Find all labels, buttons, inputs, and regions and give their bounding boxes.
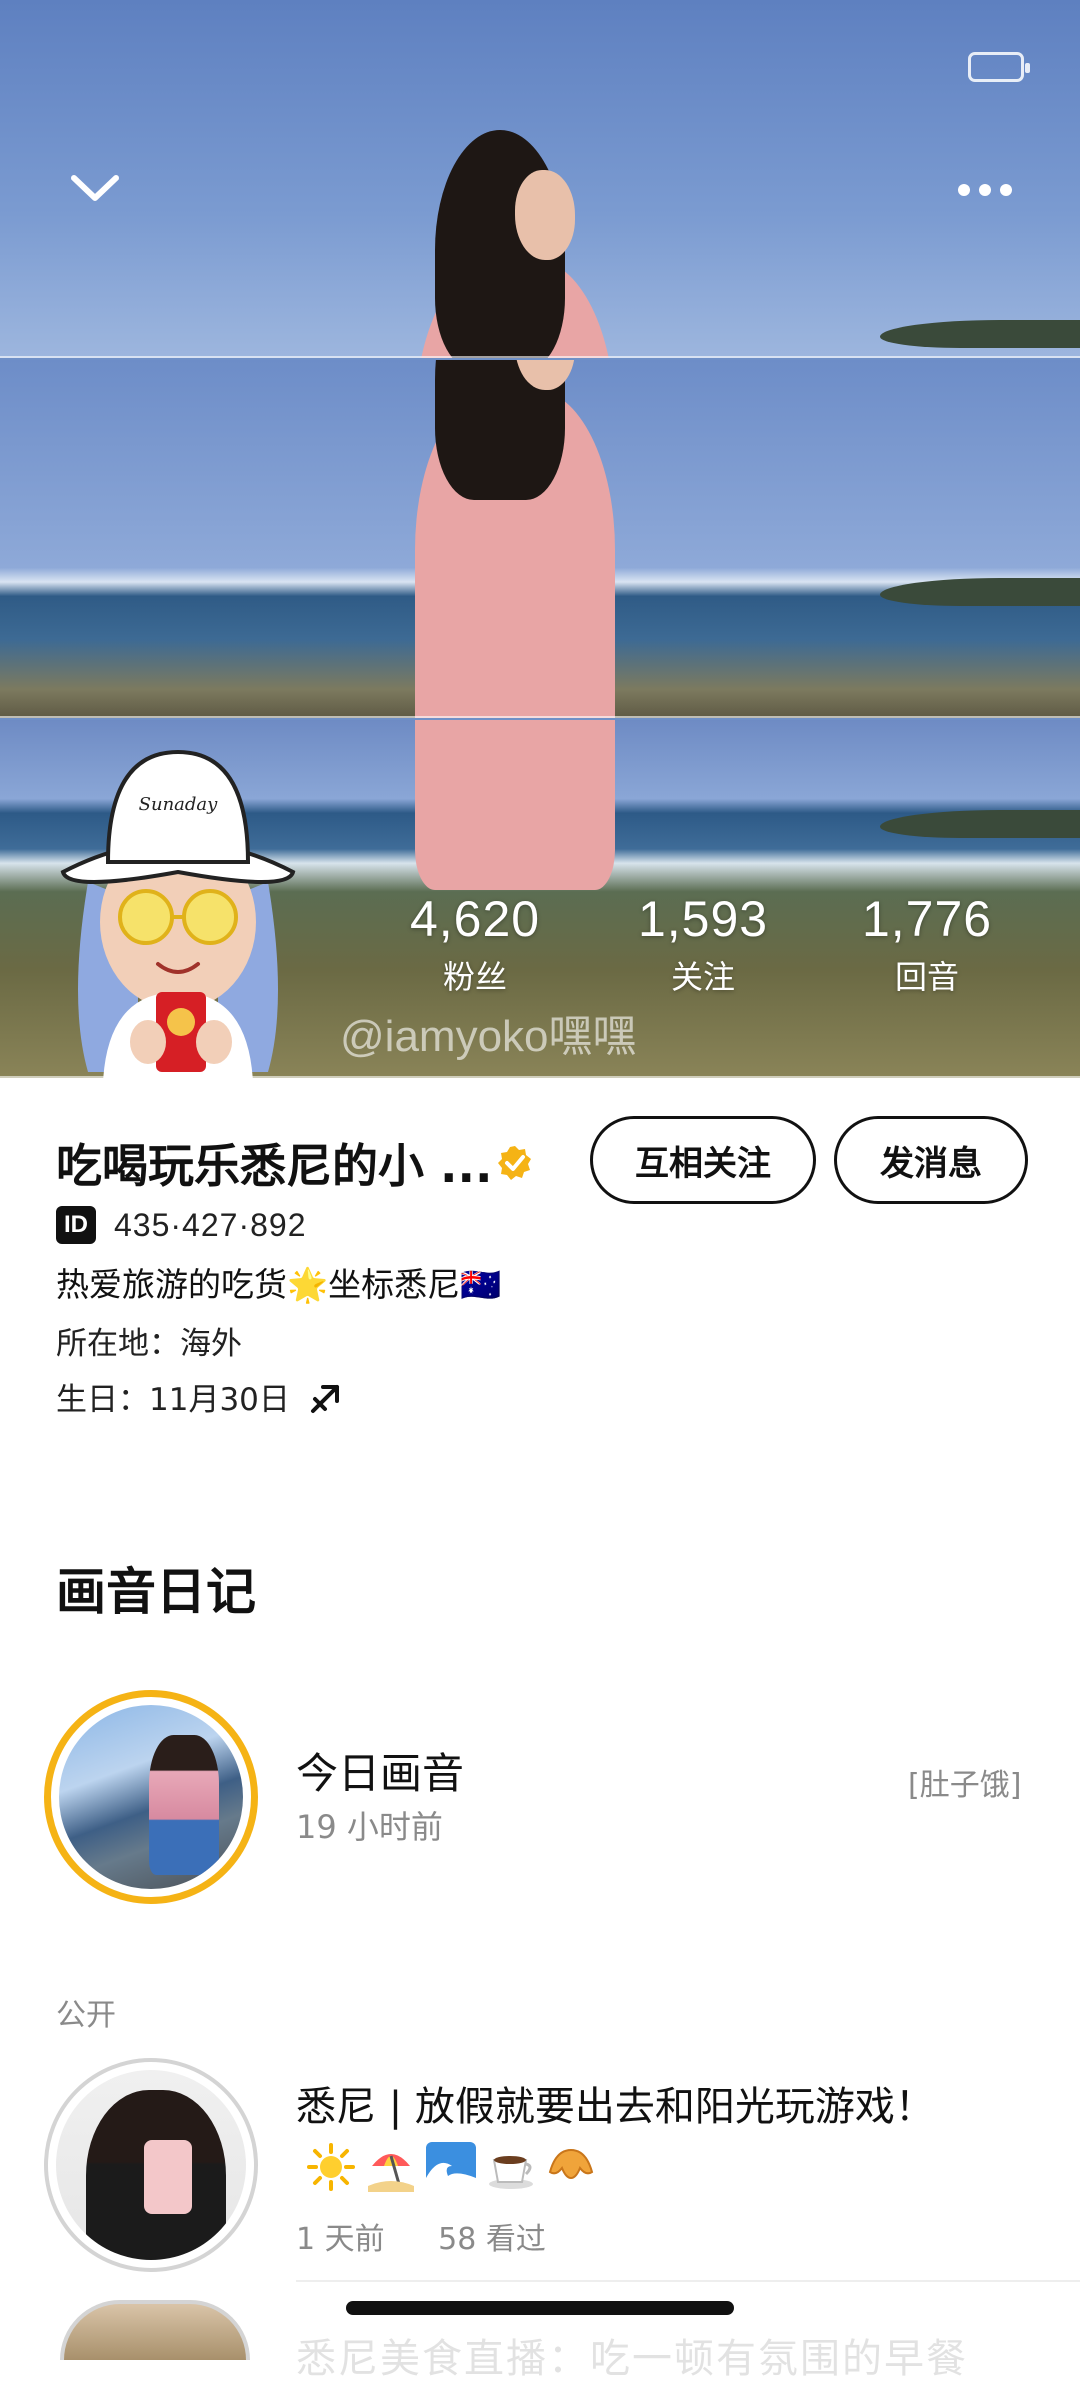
headland-shape <box>880 810 1080 838</box>
profile-name: 吃喝玩乐悉尼的小 ... <box>56 1139 493 1193</box>
sagittarius-icon <box>310 1385 339 1413</box>
watermark: @iamyoko嘿嘿 <box>340 1012 637 1061</box>
croissant-icon <box>548 2148 594 2180</box>
diary-avatar[interactable] <box>44 1690 258 1904</box>
diary-avatar[interactable] <box>44 2058 258 2272</box>
wave-icon <box>426 2142 476 2192</box>
sun-icon <box>307 2143 355 2191</box>
public-section-label: 公开 <box>56 1998 116 2033</box>
profile-stats: 4,620 粉丝 1,593 关注 1,776 回音 <box>390 890 1030 1010</box>
chevron-down-icon[interactable] <box>60 160 130 220</box>
profile-location: 所在地：海外 <box>56 1326 242 1362</box>
diary-section-title: 画音日记 <box>56 1563 256 1621</box>
post-time: 1 天前 <box>296 2222 385 2257</box>
stat-echoes[interactable]: 1,776 回音 <box>842 890 1012 998</box>
mutual-follow-button[interactable]: 互相关注 <box>590 1116 816 1204</box>
svg-text:Sunaday: Sunaday <box>139 794 219 815</box>
stat-value: 1,593 <box>637 891 769 947</box>
stat-label: 关注 <box>670 958 735 996</box>
headland-shape <box>880 578 1080 606</box>
list-item[interactable]: 悉尼 | 放假就要出去和阳光玩游戏！ 1 天前 58 看过 <box>0 2058 1080 2278</box>
stat-value: 4,620 <box>409 891 541 947</box>
coffee-icon <box>489 2156 533 2189</box>
birthday-text: 生日：11月30日 <box>56 1382 290 1418</box>
post-title-text: 悉尼美食直播：吃一顿有氛围的早餐 <box>296 2336 968 2382</box>
today-diary-time: 19 小时前 <box>296 1808 443 1846</box>
avatar[interactable]: Sunaday <box>48 742 308 1078</box>
cover-photo-strip <box>0 360 1080 718</box>
verified-badge-icon <box>496 1144 534 1182</box>
home-indicator[interactable] <box>346 2301 734 2315</box>
today-diary-title: 今日画音 <box>296 1749 465 1798</box>
profile-cover: Sunaday 4,620 粉丝 1,593 关注 1,776 回音 @iamy… <box>0 0 1080 1078</box>
user-id-row: ID 435·427·892 <box>56 1206 306 1244</box>
post-meta: 1 天前 58 看过 <box>296 2214 546 2258</box>
status-bar <box>0 0 1080 120</box>
mood-tag: [肚子饿] <box>908 1768 1022 1803</box>
post-title-text: 悉尼 | 放假就要出去和阳光玩游戏！ <box>296 2084 935 2130</box>
profile-birthday: 生日：11月30日 <box>56 1374 342 1419</box>
id-badge: ID <box>56 1206 96 1244</box>
divider <box>296 2280 1080 2282</box>
today-diary-entry[interactable]: 今日画音 19 小时前 [肚子饿] <box>0 1690 1080 1910</box>
send-message-button[interactable]: 发消息 <box>834 1116 1028 1204</box>
post-views: 58 看过 <box>438 2222 546 2257</box>
headland-shape <box>880 320 1080 348</box>
cover-person <box>395 360 635 718</box>
user-id[interactable]: 435·427·892 <box>114 1207 306 1244</box>
beach-umbrella-icon <box>368 2154 414 2192</box>
profile-bio: 热爱旅游的吃货🌟坐标悉尼🇦🇺 <box>56 1265 502 1304</box>
stat-value: 1,776 <box>861 891 993 947</box>
emoji-row <box>306 2142 596 2192</box>
stat-label: 回音 <box>894 958 959 996</box>
stat-followers[interactable]: 4,620 粉丝 <box>390 890 560 998</box>
more-dots-icon[interactable] <box>950 160 1020 220</box>
stat-following[interactable]: 1,593 关注 <box>618 890 788 998</box>
diary-avatar[interactable] <box>60 2300 250 2360</box>
post-title: 悉尼 | 放假就要出去和阳光玩游戏！ <box>296 2078 996 2194</box>
stat-label: 粉丝 <box>442 958 507 996</box>
battery-icon <box>968 52 1030 82</box>
